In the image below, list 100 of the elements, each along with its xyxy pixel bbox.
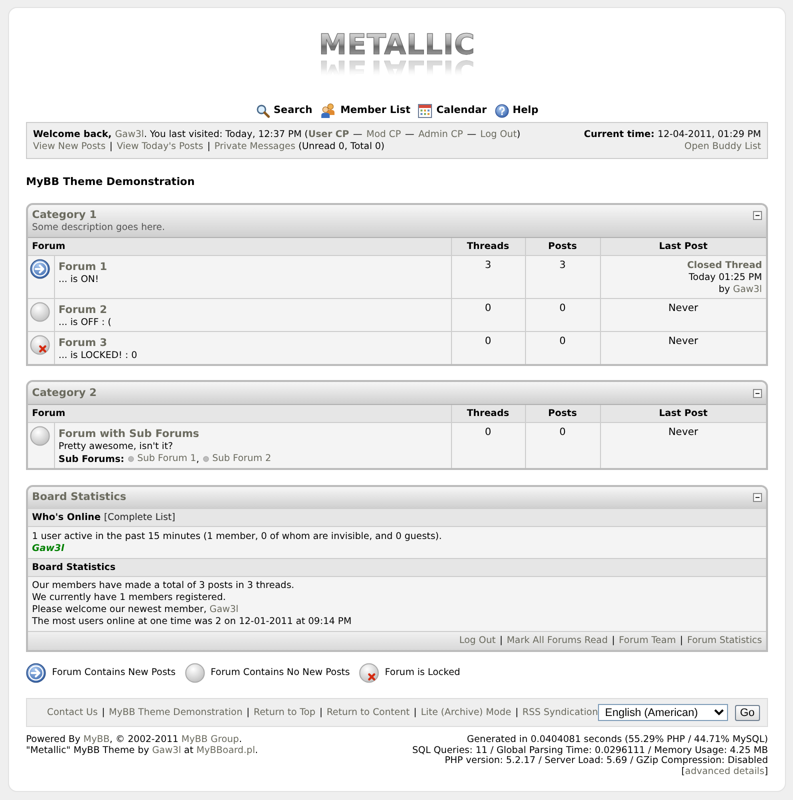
menu-link[interactable]: Help <box>494 103 538 118</box>
section-heading: Board Statistics <box>28 558 766 577</box>
last-post-thread-link[interactable]: Closed Thread <box>687 260 762 271</box>
link-separator: | <box>110 141 113 152</box>
buddy-list-link[interactable]: Open Buddy List <box>684 141 761 152</box>
debug-text: PHP version: 5.2.17 / Server Load: 5.69 / GZip Compression: Disabled <box>444 755 768 766</box>
online-user-link[interactable]: Gaw3l <box>32 543 64 554</box>
forum-description: ... is ON! <box>58 274 100 286</box>
welcome-link[interactable]: Gaw3l <box>114 129 144 140</box>
last-post-by-text: by <box>718 284 730 295</box>
footer-link[interactable]: Forum Team <box>618 635 676 646</box>
panel-title: Board Statistics <box>32 491 126 504</box>
welcome-link[interactable]: Admin CP <box>418 129 463 140</box>
debug-link[interactable]: advanced details <box>685 766 764 776</box>
column-header: Last Post <box>600 405 766 422</box>
link-separator: | <box>207 141 210 152</box>
last-post-author-link[interactable]: Gaw3l <box>732 284 762 295</box>
search-icon <box>256 104 270 118</box>
link-separator: | <box>515 706 518 718</box>
language-select[interactable]: English (American) <box>598 704 728 721</box>
column-header: Threads <box>451 405 525 422</box>
welcome-link[interactable]: View New Posts <box>33 141 106 152</box>
link-separator: | <box>612 635 615 646</box>
last-post-time: Today 01:25 PM <box>688 272 762 283</box>
last-post-never: Never <box>600 332 766 364</box>
arrow-circle-icon <box>26 663 46 683</box>
statistics-text: Please welcome our newest member, <box>32 604 208 615</box>
forum-link[interactable]: Forum 3 <box>58 337 108 349</box>
column-header: Posts <box>525 238 600 256</box>
cross-circle-icon <box>30 335 50 355</box>
category-description: Some description goes here. <box>32 222 165 234</box>
footer-link[interactable]: RSS Syndication <box>522 706 598 718</box>
sub-forums-label: Sub Forums: <box>58 454 124 465</box>
help-icon <box>494 104 509 118</box>
menu-link[interactable]: Search <box>256 103 312 118</box>
menu-link[interactable]: Calendar <box>418 103 487 118</box>
link-separator: — <box>405 129 414 140</box>
copyright-text: . <box>255 744 258 756</box>
time-text: 12-04-2011, 01:29 PM <box>658 129 761 140</box>
statistics-text: The most users online at one time was 2 on 12-01-2011 at 09:14 PM <box>32 616 352 627</box>
link-separator: | <box>319 706 323 718</box>
link-separator: | <box>500 635 503 646</box>
welcome-link[interactable]: Private Messages <box>214 141 296 152</box>
forum-description: ... is OFF : ( <box>58 317 112 329</box>
statistics-link[interactable]: Gaw3l <box>210 604 239 615</box>
link-separator: | <box>102 706 105 718</box>
last-post-never: Never <box>600 422 766 468</box>
sub-forum-link[interactable]: Sub Forum 1 <box>137 453 196 465</box>
link-separator: — <box>353 129 362 140</box>
collapse-icon[interactable] <box>753 211 762 220</box>
debug-text: [ <box>681 766 685 776</box>
mini-dot-icon <box>128 456 134 462</box>
copyright-link[interactable]: MyBB Group <box>181 734 239 745</box>
complete-list-link[interactable]: [Complete List] <box>104 512 176 523</box>
circle-icon <box>184 663 205 683</box>
forum-description: ... is LOCKED! : 0 <box>58 350 138 362</box>
link-separator: | <box>246 706 250 718</box>
statistics-text: We currently have 1 members registered. <box>32 592 226 603</box>
footer-link[interactable]: Return to Top <box>254 706 316 718</box>
category-link[interactable]: Category 1 <box>32 209 165 222</box>
welcome-text: . You last visited: Today, 12:37 PM ( <box>144 129 308 140</box>
sub-forum-link[interactable]: Sub Forum 2 <box>212 453 272 465</box>
column-header: Forum <box>28 405 451 422</box>
copyright-link[interactable]: MyBBoard.pl <box>196 744 256 756</box>
footer-link[interactable]: Lite (Archive) Mode <box>420 706 512 718</box>
forum-link[interactable]: Forum 2 <box>58 304 108 316</box>
statistics-text: Our members have made a total of 3 posts in 3 threads. <box>32 580 294 591</box>
thread-count: 0 <box>451 422 525 468</box>
footer-link[interactable]: Log Out <box>459 635 496 646</box>
link-separator: | <box>680 635 684 646</box>
footer-link[interactable]: Mark All Forums Read <box>506 635 608 646</box>
footer-link[interactable]: Contact Us <box>47 706 98 718</box>
cross-circle-icon <box>358 663 379 683</box>
menu-link[interactable]: Member List <box>320 103 410 118</box>
legend-label: Forum is Locked <box>384 667 460 679</box>
welcome-link[interactable]: View Today's Posts <box>116 141 204 152</box>
footer-link[interactable]: Return to Content <box>326 706 410 718</box>
post-count: 0 <box>525 422 600 468</box>
copyright-link[interactable]: Gaw3l <box>152 744 182 756</box>
copyright-text: , © 2002-2011 <box>110 734 180 745</box>
footer-link[interactable]: Forum Statistics <box>687 635 762 646</box>
forum-link[interactable]: Forum with Sub Forums <box>58 428 200 440</box>
circle-icon <box>30 426 50 446</box>
collapse-icon[interactable] <box>753 493 762 502</box>
column-header: Forum <box>28 238 451 256</box>
welcome-text: ) <box>516 129 520 140</box>
people-icon <box>320 103 336 118</box>
footer-link[interactable]: MyBB Theme Demonstration <box>108 706 243 718</box>
copyright-text: "Metallic" MyBB Theme by <box>26 744 150 756</box>
mini-dot-icon <box>203 456 210 462</box>
category-link[interactable]: Category 2 <box>32 387 97 400</box>
welcome-link[interactable]: User CP <box>308 129 350 140</box>
copyright-link[interactable]: MyBB <box>83 734 110 745</box>
link-separator: | <box>414 706 417 718</box>
collapse-icon[interactable] <box>753 389 762 398</box>
go-button[interactable]: Go <box>735 704 760 720</box>
forum-link[interactable]: Forum 1 <box>58 261 108 273</box>
time-label: Current time: <box>584 129 656 140</box>
welcome-link[interactable]: Mod CP <box>366 129 402 140</box>
welcome-link[interactable]: Log Out <box>480 129 517 140</box>
